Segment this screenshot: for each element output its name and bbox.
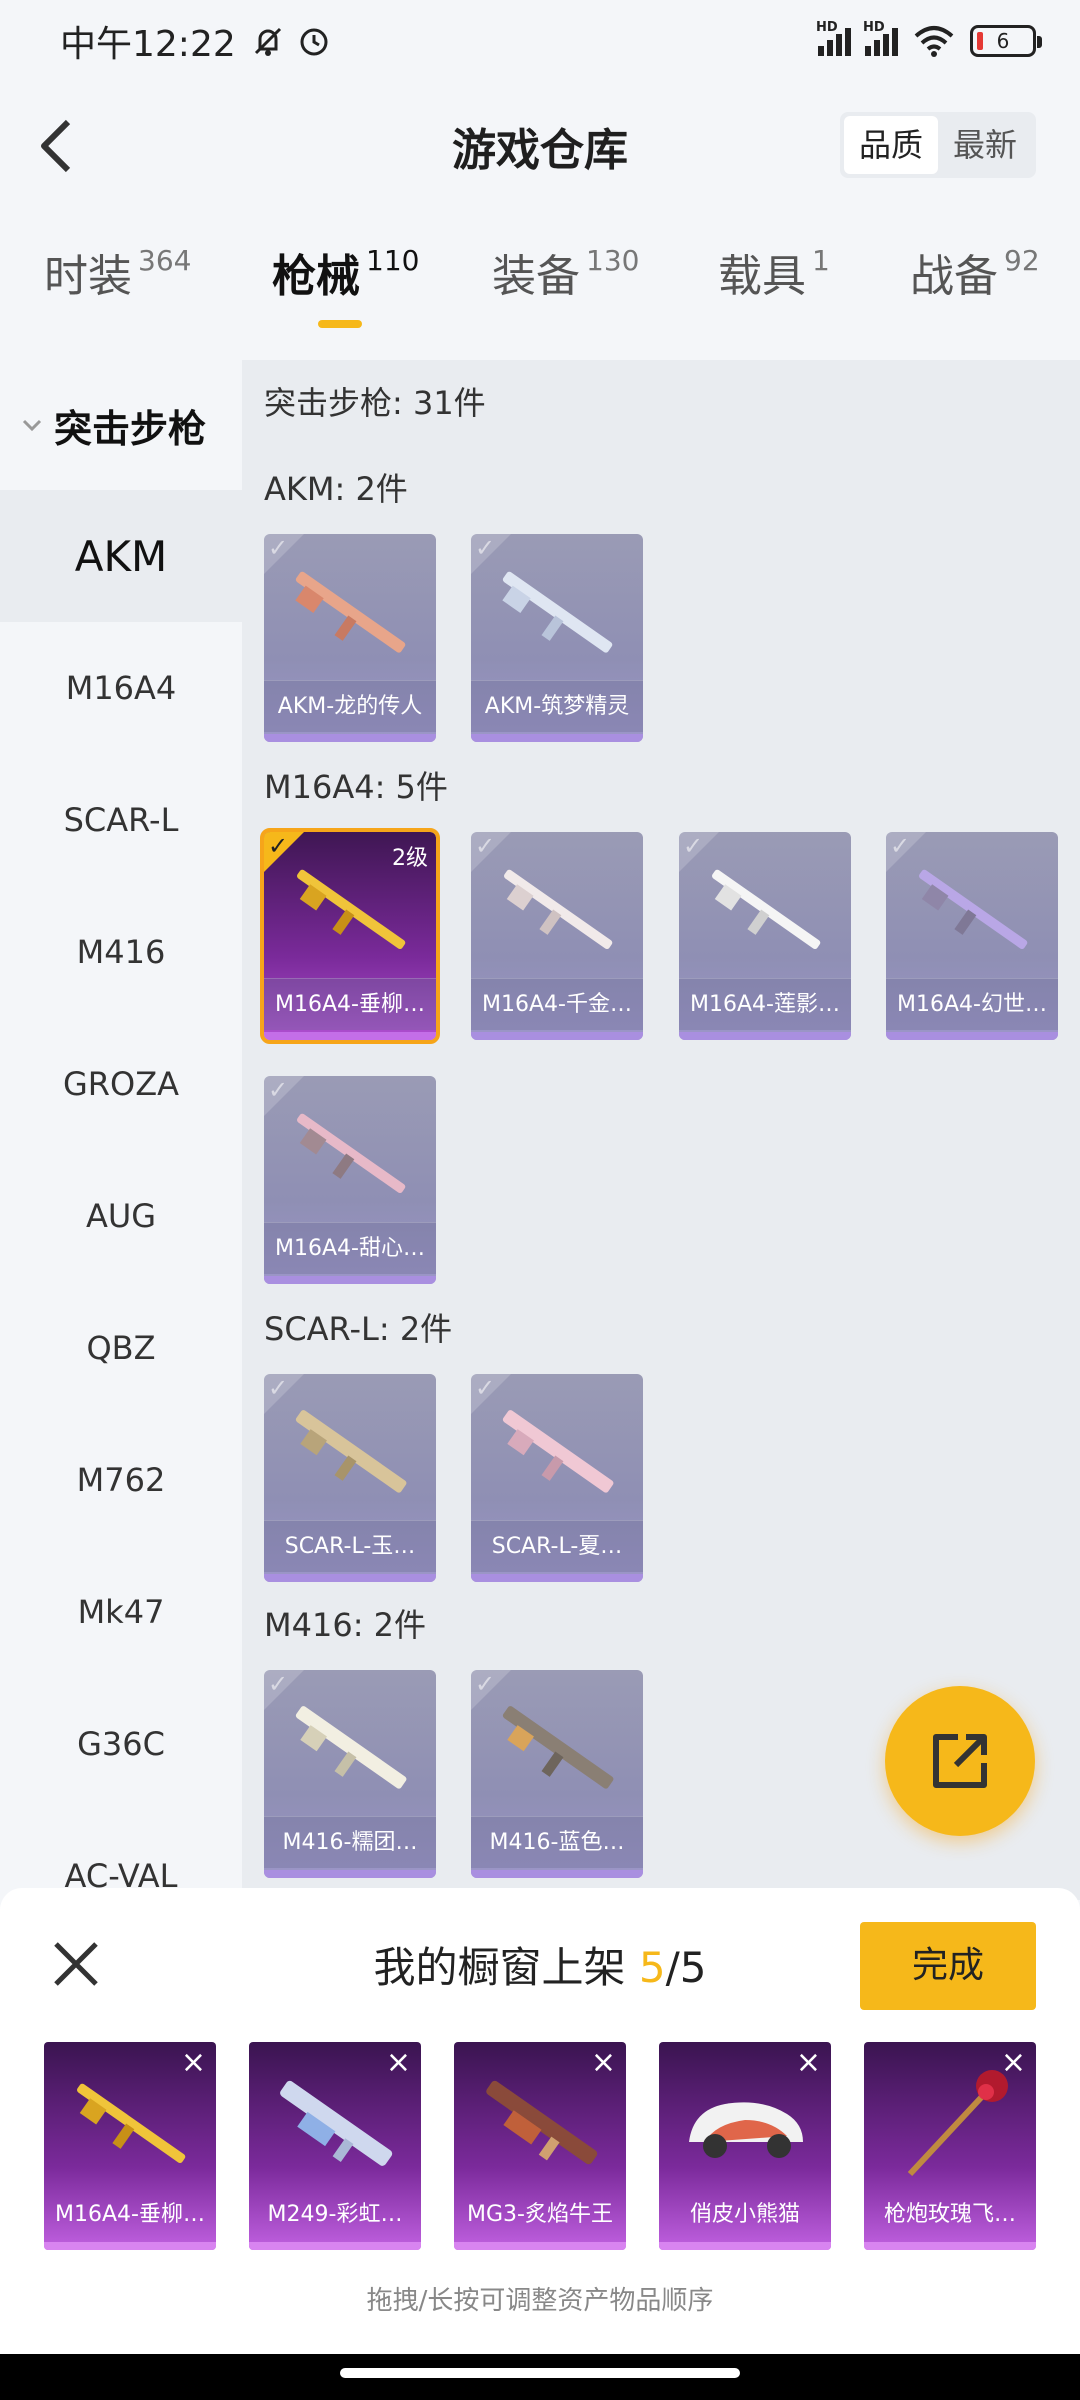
- sidebar-item-m762[interactable]: M762: [0, 1414, 242, 1546]
- item-card-selected[interactable]: ✓ 2级 M16A4-垂柳…: [260, 828, 440, 1044]
- reorder-hint: 拖拽/长按可调整资产物品顺序: [366, 2286, 714, 2316]
- showcase-slot[interactable]: × M16A4-垂柳…: [44, 2042, 216, 2250]
- sort-newest-button[interactable]: 最新: [938, 116, 1032, 174]
- item-card[interactable]: ✓ M416-蓝色…: [471, 1670, 643, 1878]
- chevron-left-icon: [41, 119, 71, 173]
- sidebar-item-aug[interactable]: AUG: [0, 1150, 242, 1282]
- section-title-akm: AKM: 2件: [264, 470, 408, 508]
- showcase-panel: 我的橱窗上架 5/5 完成 × M16A4-垂柳… × M249-彩虹… × M…: [0, 1888, 1080, 2354]
- category-summary: 突击步枪: 31件: [264, 384, 486, 422]
- rose-staff-icon: [907, 2070, 1008, 2177]
- category-tabs: 时装 364 枪械 110 装备 130 载具 1 战备 92: [0, 240, 1080, 340]
- item-card[interactable]: ✓ M416-糯团…: [264, 1670, 436, 1878]
- tab-fashion[interactable]: 时装 364: [44, 240, 191, 340]
- rifle-icon: [295, 1706, 407, 1789]
- chevron-down-icon: [22, 419, 42, 432]
- item-card[interactable]: ✓ AKM-筑梦精灵: [471, 534, 643, 742]
- home-indicator[interactable]: [340, 2368, 740, 2378]
- battery-icon: 6: [970, 25, 1042, 57]
- sidebar-item-m16a4[interactable]: M16A4: [0, 622, 242, 754]
- sort-quality-button[interactable]: 品质: [844, 116, 938, 174]
- share-fab-button[interactable]: [885, 1686, 1035, 1836]
- status-time: 中午12:22: [60, 24, 236, 65]
- app-header: 游戏仓库 品质 最新: [0, 96, 1080, 196]
- machine-gun-icon: [280, 2080, 393, 2166]
- rifle-icon: [712, 869, 821, 949]
- showcase-slot[interactable]: × 俏皮小熊猫: [659, 2042, 831, 2250]
- tab-active-indicator: [318, 320, 362, 328]
- signal-icon: HD: [863, 20, 898, 56]
- sidebar-item-scar-l[interactable]: SCAR-L: [0, 754, 242, 886]
- showcase-slot[interactable]: × MG3-炙焰牛王: [454, 2042, 626, 2250]
- wifi-icon: [914, 26, 954, 57]
- rifle-icon: [502, 1706, 614, 1789]
- machine-gun-icon: [486, 2080, 598, 2165]
- showcase-slot[interactable]: × M249-彩虹…: [249, 2042, 421, 2250]
- item-card[interactable]: ✓ M16A4-莲影…: [679, 832, 851, 1040]
- tab-vehicles[interactable]: 载具 1: [718, 240, 830, 340]
- item-card[interactable]: ✓ M16A4-千金…: [471, 832, 643, 1040]
- rifle-icon: [502, 571, 613, 653]
- section-title-m416: M416: 2件: [264, 1606, 427, 1644]
- rifle-icon: [297, 869, 406, 949]
- item-card[interactable]: ✓ AKM-龙的传人: [264, 534, 436, 742]
- mute-bell-icon: [254, 27, 281, 56]
- item-card[interactable]: ✓ SCAR-L-夏…: [471, 1374, 643, 1582]
- system-nav-bar: [0, 2354, 1080, 2400]
- weapon-type-sidebar: 突击步枪 AKM M16A4 SCAR-L M416 GROZA AUG QBZ…: [0, 360, 242, 1900]
- rifle-icon: [504, 869, 613, 949]
- rifle-icon: [919, 869, 1028, 949]
- sort-toggle: 品质 最新: [840, 112, 1036, 178]
- item-grid: 突击步枪: 31件 AKM: 2件 ✓ AKM-龙的传人 ✓ AKM-筑梦精灵 …: [242, 360, 1080, 1900]
- car-icon: [689, 2102, 803, 2158]
- sidebar-item-m416[interactable]: M416: [0, 886, 242, 1018]
- sidebar-item-mk47[interactable]: Mk47: [0, 1546, 242, 1678]
- sidebar-item-groza[interactable]: GROZA: [0, 1018, 242, 1150]
- tab-equipment[interactable]: 装备 130: [492, 240, 639, 340]
- back-button[interactable]: [26, 116, 86, 176]
- tab-supplies[interactable]: 战备 92: [910, 240, 1040, 340]
- rifle-icon: [295, 1410, 407, 1493]
- rifle-icon: [297, 1113, 406, 1193]
- rifle-icon: [295, 571, 406, 653]
- signal-icon: HD: [816, 20, 851, 56]
- status-bar: 中午12:22 HD HD 6: [0, 0, 1080, 82]
- sidebar-item-ac-val[interactable]: AC-VAL: [0, 1810, 242, 1900]
- done-button[interactable]: 完成: [860, 1922, 1036, 2010]
- item-card[interactable]: ✓ SCAR-L-玉…: [264, 1374, 436, 1582]
- section-title-scar-l: SCAR-L: 2件: [264, 1310, 453, 1348]
- sidebar-group-assault-rifles[interactable]: 突击步枪: [0, 360, 242, 490]
- share-icon: [933, 1734, 987, 1788]
- item-card[interactable]: ✓ M16A4-幻世…: [886, 832, 1058, 1040]
- rifle-icon: [77, 2083, 186, 2163]
- tab-firearms[interactable]: 枪械 110: [272, 240, 419, 340]
- alarm-icon: [300, 28, 328, 56]
- sidebar-item-akm[interactable]: AKM: [0, 490, 242, 622]
- sidebar-item-g36c[interactable]: G36C: [0, 1678, 242, 1810]
- section-title-m16a4: M16A4: 5件: [264, 768, 448, 806]
- rifle-icon: [502, 1410, 614, 1493]
- item-card[interactable]: ✓ M16A4-甜心…: [264, 1076, 436, 1284]
- showcase-slot[interactable]: × 枪炮玫瑰飞…: [864, 2042, 1036, 2250]
- showcase-count: 5: [638, 1943, 666, 1992]
- sidebar-item-qbz[interactable]: QBZ: [0, 1282, 242, 1414]
